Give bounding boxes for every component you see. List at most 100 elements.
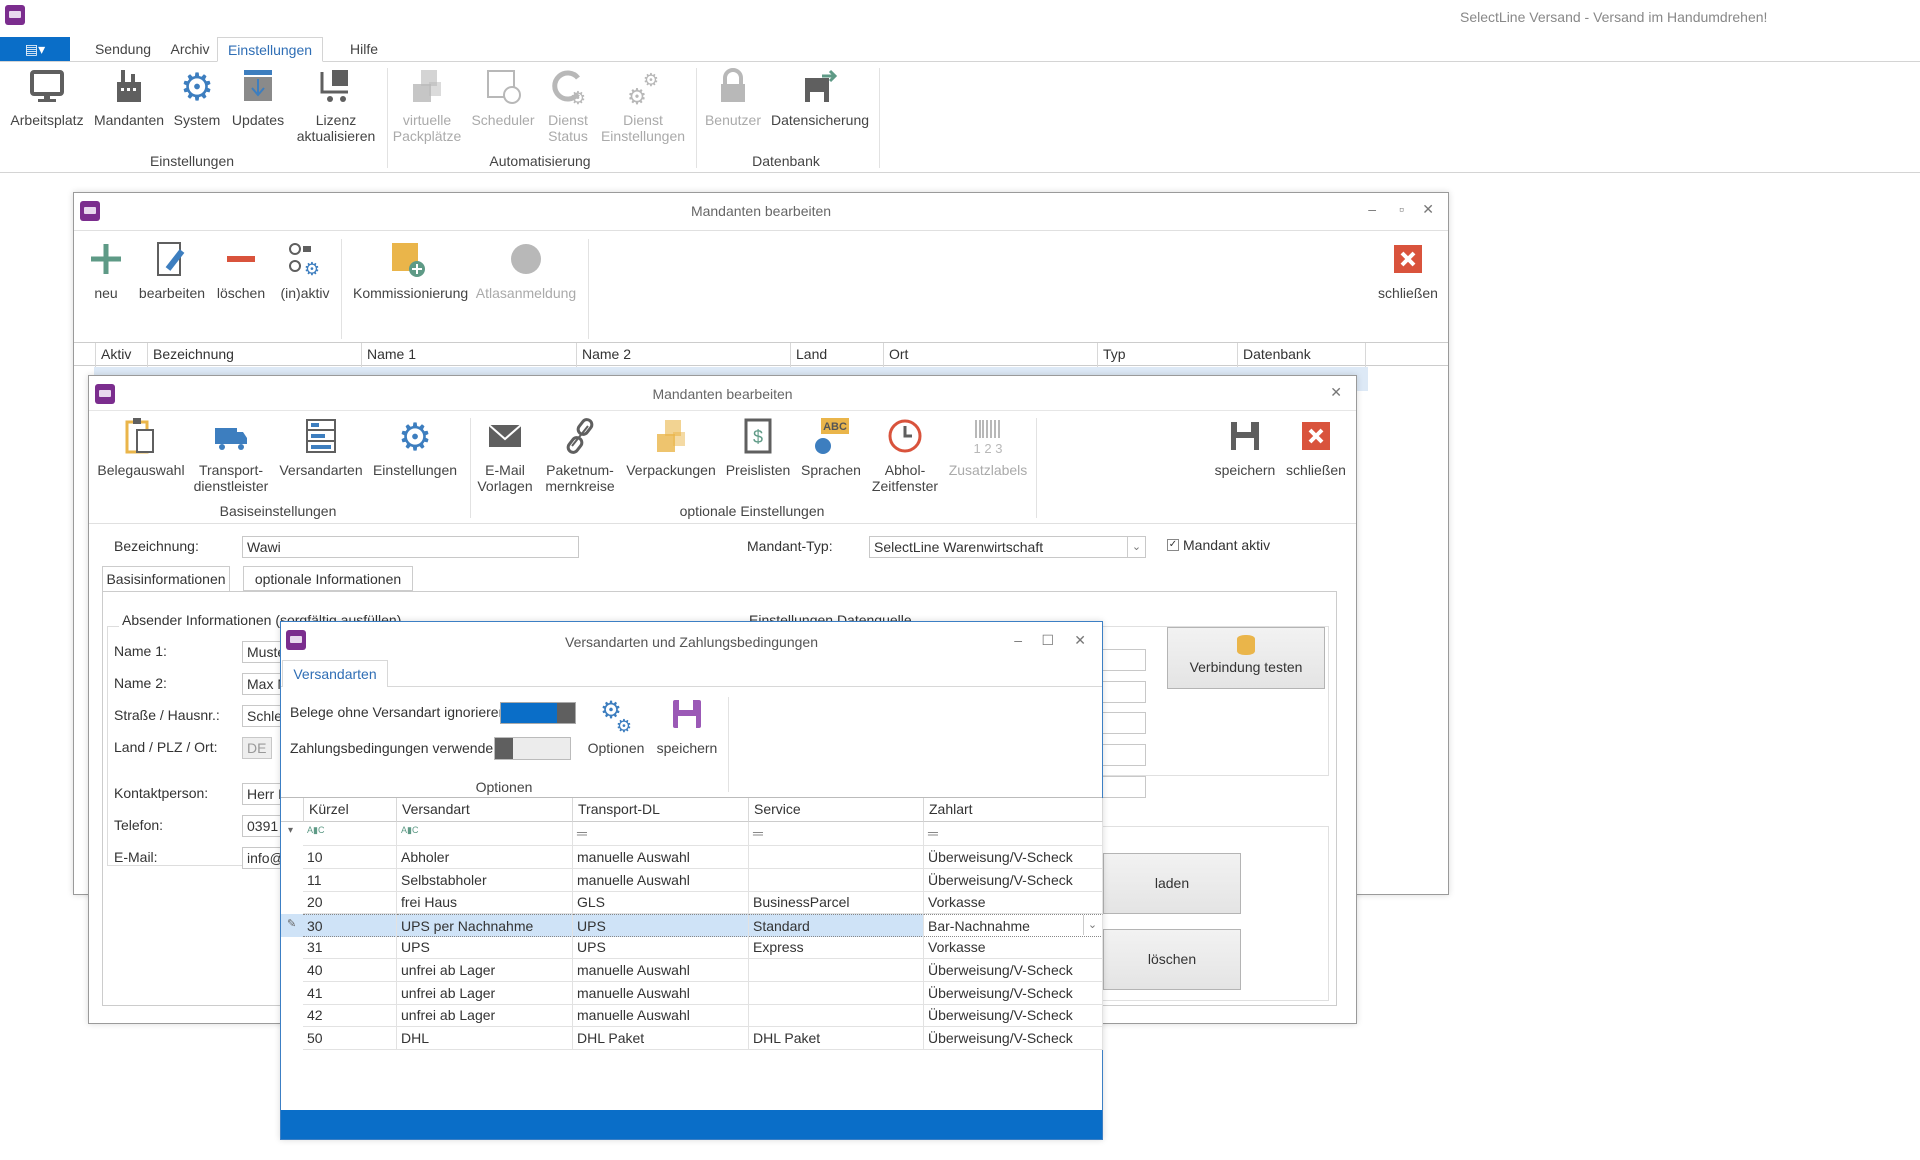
- cell-kürzel[interactable]: 41: [303, 981, 397, 1005]
- cell-zahlart[interactable]: Überweisung/V-Scheck: [924, 959, 1103, 982]
- cell-zahlart[interactable]: Bar-Nachnahme: [924, 913, 1103, 937]
- cell-versandart[interactable]: unfrei ab Lager: [397, 1004, 573, 1028]
- close-button[interactable]: ✕: [1422, 201, 1434, 218]
- cell-zahlart[interactable]: Vorkasse: [924, 936, 1103, 960]
- table-row[interactable]: 10 Abholer manuelle Auswahl Überweisung/V-S…: [281, 846, 1103, 869]
- field-input-land-plz-ort[interactable]: DE: [242, 737, 272, 759]
- mandant-aktiv-checkbox[interactable]: ✓: [1167, 539, 1179, 551]
- ribbon-datensicherung-button[interactable]: Datensicherung: [765, 66, 875, 128]
- equals-filter-icon[interactable]: ═: [749, 822, 924, 846]
- maximize-button[interactable]: ▫: [1399, 201, 1404, 217]
- cell-service[interactable]: Standard: [749, 913, 924, 937]
- file-menu-button[interactable]: ▤▾: [0, 37, 70, 61]
- minimize-button[interactable]: –: [1368, 201, 1376, 217]
- table-row[interactable]: 11 Selbstabholer manuelle Auswahl Überweisu…: [281, 868, 1103, 892]
- tab-archiv[interactable]: Archiv: [164, 37, 216, 62]
- cell-service[interactable]: [749, 868, 924, 892]
- loeschen-button[interactable]: löschen: [1103, 929, 1241, 990]
- toolbar-kommissionierung-button[interactable]: Kommissionierung: [353, 239, 468, 301]
- maximize-button[interactable]: ☐: [1041, 632, 1054, 649]
- cell-transport-dl[interactable]: manuelle Auswahl: [573, 846, 749, 869]
- equals-filter-icon[interactable]: ═: [924, 822, 1103, 846]
- column-header-ort[interactable]: Ort: [884, 343, 1098, 367]
- toolbar-schließen-button[interactable]: schließen: [1353, 239, 1463, 301]
- tab-basisinformationen[interactable]: Basisinformationen: [102, 566, 230, 591]
- column-header-datenbank[interactable]: Datenbank: [1238, 343, 1366, 367]
- datenquelle-input[interactable]: [1099, 776, 1146, 798]
- cell-versandart[interactable]: Abholer: [397, 846, 573, 869]
- tab-hilfe[interactable]: Hilfe: [338, 37, 390, 62]
- column-header-zahlart[interactable]: Zahlart: [924, 798, 1103, 822]
- cell-kürzel[interactable]: 30: [303, 913, 397, 937]
- table-row[interactable]: 41 unfrei ab Lager manuelle Auswahl Überwei…: [281, 981, 1103, 1005]
- cell-zahlart[interactable]: Überweisung/V-Scheck: [924, 846, 1103, 869]
- cell-zahlart[interactable]: Überweisung/V-Scheck: [924, 1004, 1103, 1028]
- cell-versandart[interactable]: Selbstabholer: [397, 868, 573, 892]
- bezeichnung-input[interactable]: Wawi: [242, 536, 579, 558]
- cell-zahlart[interactable]: Vorkasse: [924, 891, 1103, 915]
- table-row[interactable]: 40 unfrei ab Lager manuelle Auswahl Überwei…: [281, 959, 1103, 982]
- table-row[interactable]: 31 UPS UPS Express Vorkasse: [281, 936, 1103, 960]
- cell-zahlart[interactable]: Überweisung/V-Scheck: [924, 981, 1103, 1005]
- tab-einstellungen[interactable]: Einstellungen: [217, 37, 323, 62]
- cell-zahlart[interactable]: Überweisung/V-Scheck: [924, 868, 1103, 892]
- cell-kürzel[interactable]: 20: [303, 891, 397, 915]
- minimize-button[interactable]: –: [1014, 632, 1022, 648]
- column-header-aktiv[interactable]: Aktiv: [95, 343, 148, 367]
- column-header-land[interactable]: Land: [791, 343, 884, 367]
- ribbon-schließen-button[interactable]: schließen: [1261, 416, 1371, 478]
- cell-kürzel[interactable]: 11: [303, 868, 397, 892]
- cell-transport-dl[interactable]: manuelle Auswahl: [573, 1004, 749, 1028]
- column-header-service[interactable]: Service: [749, 798, 924, 822]
- cell-transport-dl[interactable]: UPS: [573, 913, 749, 937]
- table-row[interactable]: 20 frei Haus GLS BusinessParcel Vorkasse: [281, 891, 1103, 915]
- cell-kürzel[interactable]: 40: [303, 959, 397, 982]
- cell-transport-dl[interactable]: manuelle Auswahl: [573, 981, 749, 1005]
- cell-kürzel[interactable]: 50: [303, 1026, 397, 1050]
- cell-versandart[interactable]: UPS: [397, 936, 573, 960]
- cell-service[interactable]: [749, 959, 924, 982]
- datenquelle-input[interactable]: [1099, 712, 1146, 734]
- cell-versandart[interactable]: UPS per Nachnahme: [397, 913, 573, 937]
- column-header-name-2[interactable]: Name 2: [577, 343, 791, 367]
- toolbar--in-aktiv-button[interactable]: ⚙ (in)aktiv: [250, 239, 360, 301]
- cell-service[interactable]: [749, 1004, 924, 1028]
- speichern-button[interactable]: speichern: [632, 694, 742, 756]
- cell-transport-dl[interactable]: GLS: [573, 891, 749, 915]
- tab-sendung[interactable]: Sendung: [83, 37, 163, 62]
- chevron-down-icon[interactable]: ⌄: [1083, 914, 1101, 935]
- close-button[interactable]: ✕: [1074, 632, 1086, 649]
- cell-kürzel[interactable]: 10: [303, 846, 397, 869]
- column-header-versandart[interactable]: Versandart: [397, 798, 573, 822]
- cell-zahlart[interactable]: Überweisung/V-Scheck: [924, 1026, 1103, 1050]
- cell-service[interactable]: BusinessParcel: [749, 891, 924, 915]
- cell-versandart[interactable]: unfrei ab Lager: [397, 981, 573, 1005]
- cell-service[interactable]: [749, 846, 924, 869]
- close-button[interactable]: ✕: [1330, 384, 1342, 401]
- cell-kürzel[interactable]: 31: [303, 936, 397, 960]
- table-row[interactable]: 50 DHL DHL Paket DHL Paket Überweisung/V-Sch…: [281, 1026, 1103, 1050]
- datenquelle-input[interactable]: [1099, 744, 1146, 766]
- column-header-kürzel[interactable]: Kürzel: [303, 798, 397, 822]
- equals-filter-icon[interactable]: ═: [573, 822, 749, 846]
- cell-versandart[interactable]: DHL: [397, 1026, 573, 1050]
- cell-transport-dl[interactable]: DHL Paket: [573, 1026, 749, 1050]
- cell-transport-dl[interactable]: UPS: [573, 936, 749, 960]
- table-row[interactable]: ✎ 30 UPS per Nachnahme UPS Standard Bar-Nachn…: [281, 913, 1103, 937]
- cell-transport-dl[interactable]: manuelle Auswahl: [573, 868, 749, 892]
- cell-transport-dl[interactable]: manuelle Auswahl: [573, 959, 749, 982]
- tab-versandarten[interactable]: Versandarten: [282, 660, 388, 687]
- cell-service[interactable]: [749, 981, 924, 1005]
- datenquelle-input[interactable]: [1099, 649, 1146, 671]
- zahlungsbedingungen-toggle[interactable]: [494, 737, 571, 760]
- cell-versandart[interactable]: unfrei ab Lager: [397, 959, 573, 982]
- abc-filter-icon[interactable]: A▮C: [397, 822, 573, 846]
- verbindung-testen-button[interactable]: Verbindung testen: [1167, 627, 1325, 689]
- datenquelle-input[interactable]: [1099, 681, 1146, 703]
- cell-versandart[interactable]: frei Haus: [397, 891, 573, 915]
- cell-kürzel[interactable]: 42: [303, 1004, 397, 1028]
- cell-service[interactable]: Express: [749, 936, 924, 960]
- abc-filter-icon[interactable]: A▮C: [303, 822, 397, 846]
- column-header-transport-dl[interactable]: Transport-DL: [573, 798, 749, 822]
- column-header-name-1[interactable]: Name 1: [362, 343, 577, 367]
